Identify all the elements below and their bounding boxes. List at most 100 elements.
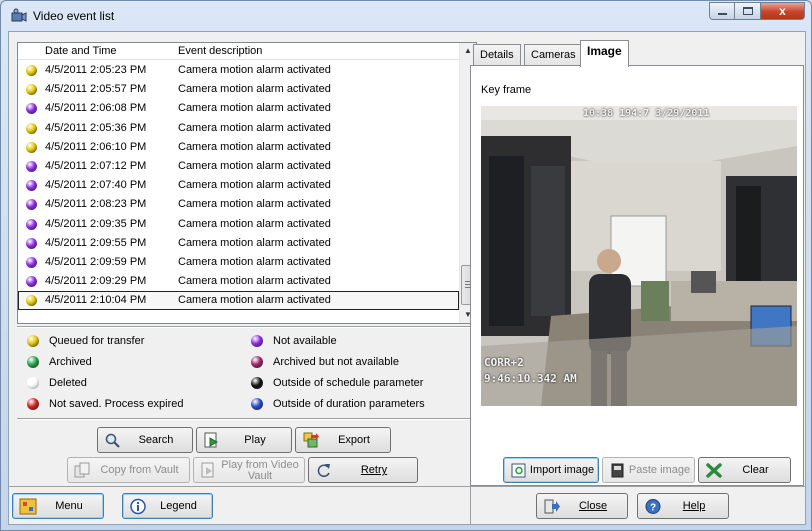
footer-separator bbox=[470, 487, 471, 525]
copy-from-vault-button[interactable]: Copy from Vault bbox=[67, 457, 190, 483]
key-frame-image: 10:38 194:7 3/29/2011 CORR+2 9:46:10.342… bbox=[481, 106, 797, 406]
legend-label: Queued for transfer bbox=[49, 335, 145, 347]
legend-label: Outside of schedule parameter bbox=[273, 377, 424, 389]
row-description: Camera motion alarm activated bbox=[178, 64, 331, 76]
row-description: Camera motion alarm activated bbox=[178, 255, 331, 268]
menu-button[interactable]: Menu bbox=[12, 493, 104, 519]
table-row[interactable]: 4/5/2011 2:05:36 PM Camera motion alarm a… bbox=[18, 119, 459, 138]
close-icon: x bbox=[779, 4, 786, 18]
image-tab-panel: Key frame 10:38 194:7 3/29/2011 CORR+2 9… bbox=[470, 65, 804, 486]
yellow-dot-icon bbox=[26, 84, 37, 96]
close-button[interactable]: Close bbox=[536, 493, 628, 519]
minimize-button[interactable] bbox=[709, 2, 735, 20]
row-datetime: 4/5/2011 2:07:40 PM bbox=[45, 179, 147, 192]
table-row[interactable]: 4/5/2011 2:09:29 PM Camera motion alarm a… bbox=[18, 272, 459, 291]
event-rows: 4/5/2011 2:05:23 PM Camera motion alarm a… bbox=[18, 61, 459, 311]
row-datetime: 4/5/2011 2:05:57 PM bbox=[45, 83, 147, 96]
play-from-vault-icon bbox=[201, 462, 214, 478]
purple-dot-icon bbox=[26, 218, 37, 230]
play-button[interactable]: Play bbox=[196, 427, 292, 453]
table-row[interactable]: 4/5/2011 2:06:10 PM Camera motion alarm a… bbox=[18, 138, 459, 157]
row-datetime: 4/5/2011 2:09:35 PM bbox=[45, 217, 147, 230]
play-from-vault-label: Play from Video Vault bbox=[221, 459, 299, 482]
camera-snapshot bbox=[481, 106, 797, 406]
clear-button[interactable]: Clear bbox=[698, 457, 791, 483]
key-frame-label: Key frame bbox=[481, 84, 532, 96]
event-list[interactable]: Date and Time Event description 4/5/2011… bbox=[17, 42, 477, 324]
purple-dot-icon bbox=[26, 276, 37, 288]
yellow-dot-icon bbox=[26, 295, 37, 307]
row-datetime: 4/5/2011 2:06:08 PM bbox=[45, 102, 147, 115]
tab-cameras[interactable]: Cameras bbox=[524, 44, 583, 66]
purple-dot-icon bbox=[26, 103, 37, 115]
table-row[interactable]: 4/5/2011 2:06:08 PM Camera motion alarm a… bbox=[18, 99, 459, 118]
close-window-button[interactable]: x bbox=[761, 2, 805, 20]
row-datetime: 4/5/2011 2:10:04 PM bbox=[45, 294, 147, 307]
retry-button[interactable]: Retry bbox=[308, 457, 418, 483]
search-label: Search bbox=[138, 434, 174, 446]
legend-label: Not available bbox=[273, 335, 337, 347]
row-datetime: 4/5/2011 2:09:59 PM bbox=[45, 255, 147, 268]
tab-image[interactable]: Image bbox=[580, 40, 629, 67]
row-description: Camera motion alarm activated bbox=[178, 102, 331, 115]
row-description: Camera motion alarm activated bbox=[178, 198, 331, 211]
search-button[interactable]: Search bbox=[97, 427, 193, 453]
table-row[interactable]: 4/5/2011 2:05:57 PM Camera motion alarm a… bbox=[18, 80, 459, 99]
paste-image-button[interactable]: Paste image bbox=[602, 457, 695, 483]
table-row[interactable]: 4/5/2011 2:09:35 PM Camera motion alarm a… bbox=[18, 215, 459, 234]
divider bbox=[17, 418, 477, 420]
legend-label: Not saved. Process expired bbox=[49, 398, 184, 410]
overlay-camera-name: CORR+2 bbox=[484, 356, 524, 369]
footer-bar: Menu Legend Close ? Help bbox=[9, 486, 805, 525]
yellow-dot-icon bbox=[27, 335, 39, 347]
title-bar[interactable]: Video event list x bbox=[1, 1, 811, 31]
row-description: Camera motion alarm activated bbox=[178, 121, 331, 134]
window-controls: x bbox=[709, 2, 805, 20]
row-datetime: 4/5/2011 2:06:10 PM bbox=[45, 140, 147, 153]
paste-image-label: Paste image bbox=[628, 464, 691, 476]
play-from-vault-button[interactable]: Play from Video Vault bbox=[193, 457, 305, 483]
yellow-dot-icon bbox=[26, 65, 37, 76]
blue-dot-icon bbox=[251, 398, 263, 410]
table-row[interactable]: 4/5/2011 2:05:23 PM Camera motion alarm a… bbox=[18, 61, 459, 80]
column-event-description[interactable]: Event description bbox=[178, 45, 262, 57]
status-legend: Queued for transfer Not available Archived… bbox=[17, 330, 477, 416]
minimize-icon bbox=[718, 13, 727, 15]
row-description: Camera motion alarm activated bbox=[178, 294, 331, 307]
table-row[interactable]: 4/5/2011 2:07:12 PM Camera motion alarm a… bbox=[18, 157, 459, 176]
row-datetime: 4/5/2011 2:05:23 PM bbox=[45, 64, 147, 76]
legend-label: Archived but not available bbox=[273, 356, 399, 368]
table-row[interactable]: 4/5/2011 2:07:40 PM Camera motion alarm a… bbox=[18, 176, 459, 195]
legend-label: Archived bbox=[49, 356, 92, 368]
window-title: Video event list bbox=[33, 9, 115, 23]
table-row[interactable]: 4/5/2011 2:10:04 PM Camera motion alarm a… bbox=[18, 291, 459, 311]
purple-dot-icon bbox=[251, 335, 263, 347]
table-row[interactable]: 4/5/2011 2:09:59 PM Camera motion alarm a… bbox=[18, 253, 459, 272]
row-datetime: 4/5/2011 2:05:36 PM bbox=[45, 121, 147, 134]
maximize-button[interactable] bbox=[735, 2, 761, 20]
legend-label: Legend bbox=[160, 500, 197, 512]
row-description: Camera motion alarm activated bbox=[178, 179, 331, 192]
tab-details[interactable]: Details bbox=[473, 44, 521, 66]
legend-button[interactable]: Legend bbox=[122, 493, 213, 519]
purple-dot-icon bbox=[26, 180, 37, 192]
table-row[interactable]: 4/5/2011 2:09:55 PM Camera motion alarm a… bbox=[18, 234, 459, 253]
import-image-button[interactable]: Import image bbox=[503, 457, 599, 483]
overlay-time: 9:46:10.342 AM bbox=[484, 372, 577, 385]
table-row[interactable]: 4/5/2011 2:08:23 PM Camera motion alarm a… bbox=[18, 195, 459, 214]
row-datetime: 4/5/2011 2:09:55 PM bbox=[45, 236, 147, 249]
white-dot-icon bbox=[27, 377, 39, 389]
row-datetime: 4/5/2011 2:08:23 PM bbox=[45, 198, 147, 211]
row-description: Camera motion alarm activated bbox=[178, 236, 331, 249]
column-date-time[interactable]: Date and Time bbox=[45, 45, 117, 57]
maximize-icon bbox=[743, 7, 753, 15]
close-label: Close bbox=[578, 500, 608, 512]
purple-dot-icon bbox=[26, 160, 37, 172]
export-button[interactable]: Export bbox=[295, 427, 391, 453]
menu-label: Menu bbox=[55, 500, 83, 512]
row-description: Camera motion alarm activated bbox=[178, 217, 331, 230]
help-button[interactable]: ? Help bbox=[637, 493, 729, 519]
legend-label: Outside of duration parameters bbox=[273, 398, 425, 410]
black-dot-icon bbox=[251, 377, 263, 389]
import-image-label: Import image bbox=[529, 464, 595, 476]
